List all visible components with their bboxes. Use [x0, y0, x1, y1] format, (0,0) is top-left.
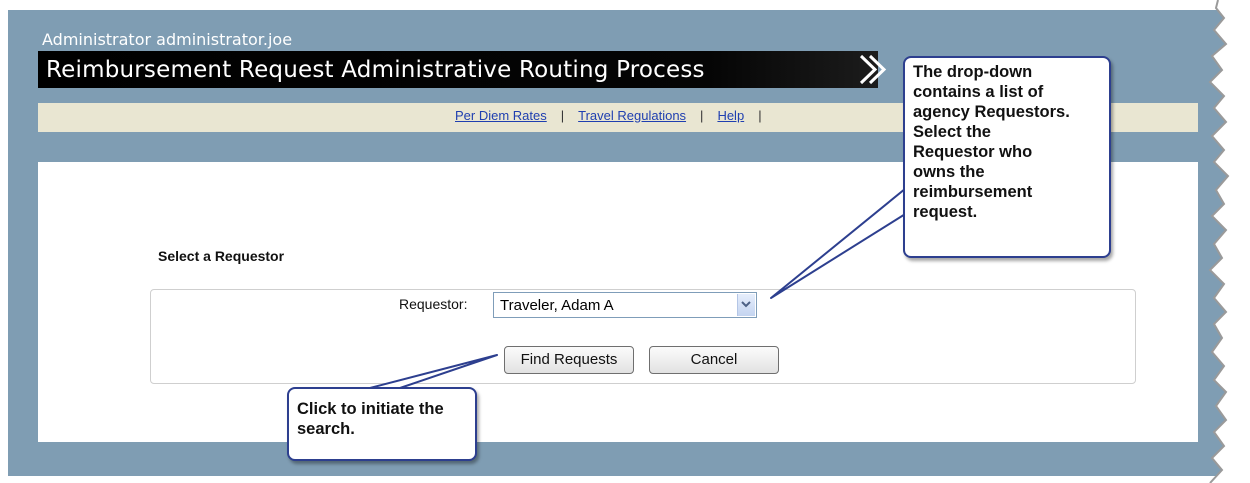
callout-line: search.	[297, 420, 355, 438]
chevron-down-icon	[741, 301, 751, 308]
callout-line: Select the	[913, 123, 991, 141]
help-link[interactable]: Help	[717, 108, 744, 123]
requestor-select[interactable]: Traveler, Adam A	[493, 292, 757, 318]
callout-line: Click to initiate the	[297, 400, 444, 418]
callout-line: owns the	[913, 163, 985, 181]
link-separator: |	[560, 108, 565, 123]
link-separator: |	[700, 108, 704, 123]
callout-line: contains a list of	[913, 83, 1044, 101]
admin-user-label: Administrator administrator.joe	[42, 30, 293, 49]
callout-line: Requestor who	[913, 143, 1033, 161]
callout-line: agency Requestors.	[913, 103, 1070, 121]
search-callout: Click to initiate the search.	[287, 387, 477, 461]
top-links: Per Diem Rates | Travel Regulations | Help |	[455, 108, 776, 123]
double-chevron-right-icon	[859, 54, 887, 85]
requestor-label: Requestor:	[399, 296, 468, 312]
link-separator: |	[758, 108, 762, 123]
requestor-selected-value: Traveler, Adam A	[500, 297, 614, 314]
callout-line: The drop-down	[913, 63, 1033, 81]
dropdown-callout: The drop-down contains a list of agency …	[903, 56, 1111, 258]
torn-edge	[1208, 0, 1250, 483]
travel-regulations-link[interactable]: Travel Regulations	[578, 108, 686, 123]
callout-line: reimbursement	[913, 183, 1033, 201]
section-title: Select a Requestor	[158, 248, 285, 264]
cancel-button[interactable]: Cancel	[649, 346, 779, 374]
per-diem-rates-link[interactable]: Per Diem Rates	[455, 108, 547, 123]
select-dropdown-button[interactable]	[737, 294, 755, 316]
find-requests-button[interactable]: Find Requests	[504, 346, 634, 374]
page-title: Reimbursement Request Administrative Rou…	[46, 57, 705, 83]
callout-line: request.	[913, 203, 978, 221]
